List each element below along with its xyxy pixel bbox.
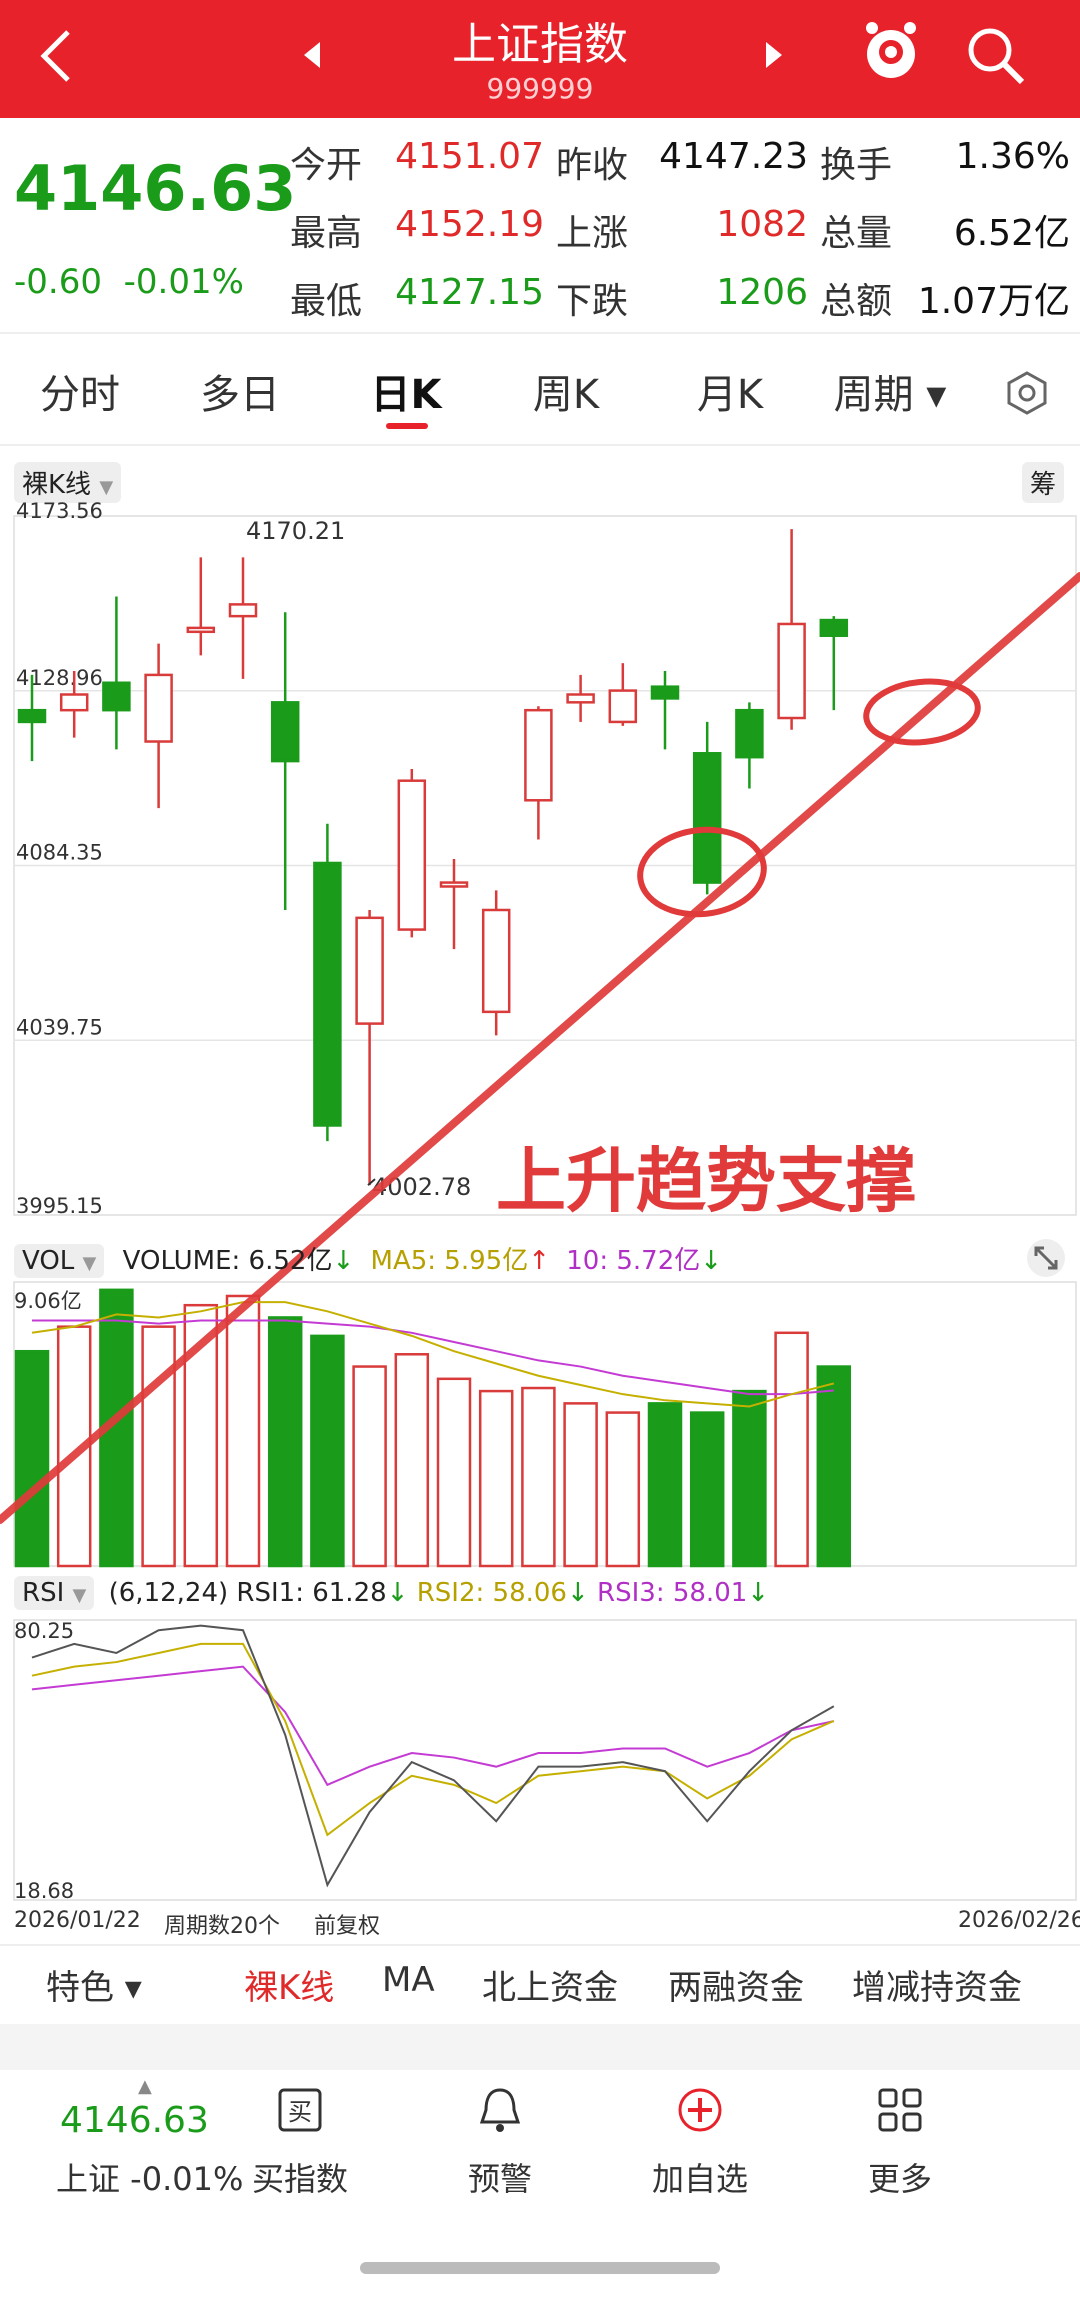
candle-body [270,701,300,763]
volume-bar [563,1402,598,1568]
volume-max-label: 9.06亿 [14,1289,82,1313]
volume-bar [436,1377,472,1568]
rsi3-value: RSI3: 58.01 [597,1578,748,1608]
add-icon [678,2088,722,2132]
price-axis-label: 3995.15 [16,1194,103,1218]
indicator-tab-4[interactable]: 北上资金 [482,1960,618,2009]
volume-header: VOL ▼ VOLUME: 6.52亿↓ MA5: 5.95亿↑ 10: 5.7… [14,1240,722,1278]
price-axis-label: 4084.35 [16,841,103,865]
volume-bar [225,1294,261,1568]
volume-bar [774,1331,809,1568]
candle-body [186,626,216,634]
indicator-tab-5[interactable]: 两融资金 [668,1960,804,2009]
indicator-tab-1[interactable]: 特色 ▾ [46,1960,142,2009]
home-indicator [360,2262,720,2274]
volume-bar [352,1365,387,1568]
candle-body [144,673,173,743]
grid-icon [878,2088,922,2132]
candle-body [102,681,131,712]
volume-value: VOLUME: 6.52亿 [122,1246,333,1276]
volume-bar [647,1402,683,1568]
vol-dropdown[interactable]: VOL ▼ [14,1244,105,1278]
high-label: 4170.21 [246,517,345,545]
candle-body [650,685,680,700]
nav-item-2[interactable]: 预警 [410,2084,590,2200]
axis-start-date: 2026/01/22 [14,1908,141,1933]
candle-body [777,622,806,720]
vol-label: VOL [22,1246,75,1276]
rsi3-line [31,1665,835,1787]
candle-body [59,693,89,712]
volume-bar [816,1365,852,1568]
candle-body [355,916,384,1025]
indicator-tab-6[interactable]: 增减持资金 [852,1960,1022,2009]
trend-annotation: 上升趋势支撑 [496,1140,916,1222]
volume-bar [521,1386,556,1568]
volume-bar [732,1389,767,1568]
volume-bar [689,1411,725,1568]
nav-item-4[interactable]: 更多 [810,2084,990,2200]
caret-down-icon: ▼ [82,1253,97,1274]
volume-ma5: MA5: 5.95亿 [370,1246,529,1276]
price-axis-label: 4039.75 [16,1015,103,1039]
volume-ma10: 10: 5.72亿 [566,1246,701,1276]
candle-body [692,752,722,884]
indicator-tab-2[interactable]: 裸K线 [244,1960,334,2009]
rsi-dropdown[interactable]: RSI ▼ [14,1576,95,1610]
price-axis-label: 4128.96 [16,666,103,690]
candle-body [608,689,638,724]
rsi-label: RSI [22,1578,65,1608]
volume-bar [310,1334,345,1568]
nav-price: 4146.63 [60,2100,209,2141]
candle-body [313,861,342,1127]
nav-item-3[interactable]: 加自选 [610,2084,790,2200]
candle-body [17,708,47,724]
divider [0,1944,1080,1946]
stock-chart[interactable]: 4173.56 4128.96 4084.35 4039.75 3995.15 4170.… [0,0,1080,1930]
candle-body [735,708,764,759]
rsi-header: RSI ▼ (6,12,24) RSI1: 61.28↓ RSI2: 58.06… [14,1576,769,1610]
nav-label: 加自选 [651,2160,748,2198]
price-axis-label: 4173.56 [16,499,103,523]
candle-body [819,618,849,637]
expand-icon[interactable] [1026,1238,1066,1278]
rsi-params: (6,12,24) [108,1578,229,1608]
rsi-top-label: 80.25 [14,1619,74,1643]
nav-label: 买指数 [251,2160,348,2198]
buy-icon: 买 [278,2088,322,2132]
candle-body [566,693,595,704]
rsi2-line [31,1642,835,1837]
volume-bar [605,1411,641,1568]
nav-label: 更多 [867,2160,932,2198]
indicator-tab-3[interactable]: MA [382,1960,435,2000]
rsi-bottom-label: 18.68 [14,1879,74,1903]
candle-body [524,708,553,802]
candle-body [481,908,511,1014]
svg-text:买: 买 [288,2098,312,2126]
volume-bar [394,1353,430,1568]
candle-body [439,881,469,888]
volume-bar [267,1316,303,1568]
rsi2-value: RSI2: 58.06 [416,1578,567,1608]
candle-body [228,603,258,618]
section-gap [0,2024,1080,2070]
volume-bar [14,1349,50,1568]
axis-period-count: 周期数20个 [164,1914,280,1939]
bell-icon [479,2088,521,2132]
collapse-caret-icon[interactable]: ▲ [138,2076,152,2097]
axis-end-date: 2026/02/26 [958,1908,1080,1933]
nav-label: 预警 [467,2160,532,2198]
candle-body [397,779,427,931]
rsi1-value: RSI1: 61.28 [236,1578,387,1608]
axis-adjust-mode: 前复权 [314,1914,381,1939]
volume-bar [478,1389,514,1568]
volume-bar [141,1325,176,1568]
caret-down-icon: ▼ [72,1585,87,1606]
rsi-panel-frame [13,1619,1077,1901]
nav-item-1[interactable]: 买买指数 [210,2084,390,2200]
